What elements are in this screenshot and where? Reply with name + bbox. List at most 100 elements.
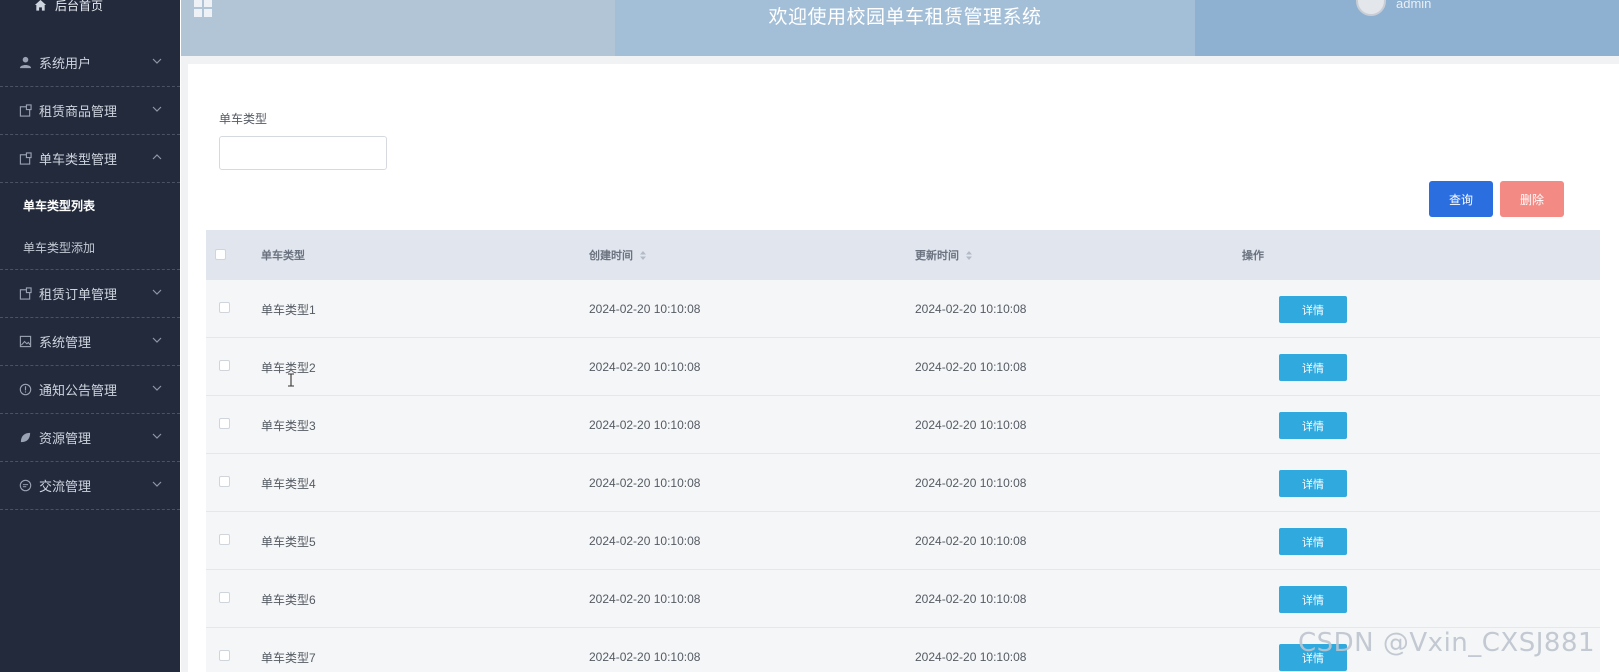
table-header: 单车类型 创建时间 更新时间 操作 (206, 230, 1600, 280)
main-content: 单车类型 查询 删除 单车类型 创建时间 更新时间 操作 单车类型1 2024-… (181, 56, 1619, 672)
sort-icon[interactable] (965, 250, 973, 261)
column-header-label: 更新时间 (915, 250, 959, 262)
sidebar-item-home[interactable]: 后台首页 (34, 0, 103, 16)
sidebar-item-label: 资源管理 (39, 431, 92, 446)
cell-type: 单车类型1 (261, 302, 316, 317)
data-table: 单车类型 创建时间 更新时间 操作 单车类型1 2024-02-20 10:10… (206, 230, 1600, 672)
cell-created: 2024-02-20 10:10:08 (589, 650, 701, 664)
text-cursor-icon (288, 373, 294, 387)
column-header-label: 创建时间 (589, 250, 633, 262)
table-row: 单车类型6 2024-02-20 10:10:08 2024-02-20 10:… (206, 570, 1600, 628)
chevron-down-icon (152, 385, 162, 391)
cell-updated: 2024-02-20 10:10:08 (915, 360, 1027, 374)
table-row: 单车类型4 2024-02-20 10:10:08 2024-02-20 10:… (206, 454, 1600, 512)
watermark: CSDN @Vxin_CXSJ881 (1298, 628, 1596, 658)
sidebar-item-label: 通知公告管理 (39, 383, 118, 398)
cell-updated: 2024-02-20 10:10:08 (915, 650, 1027, 664)
table-row: 单车类型5 2024-02-20 10:10:08 2024-02-20 10:… (206, 512, 1600, 570)
cell-created: 2024-02-20 10:10:08 (589, 476, 701, 490)
cell-type: 单车类型3 (261, 418, 316, 433)
sidebar-item-label: 单车类型管理 (39, 152, 118, 167)
cell-created: 2024-02-20 10:10:08 (589, 418, 701, 432)
info-icon (18, 382, 33, 397)
home-icon (34, 0, 47, 11)
row-checkbox[interactable] (219, 418, 230, 429)
sidebar: 后台首页 系统用户 租赁商品管理 单车类型管理 单车类型列表 单车类型添加 租赁… (0, 0, 180, 672)
cell-type: 单车类型7 (261, 650, 316, 665)
detail-button[interactable]: 详情 (1279, 470, 1347, 497)
row-checkbox[interactable] (219, 360, 230, 371)
cell-created: 2024-02-20 10:10:08 (589, 360, 701, 374)
sort-icon[interactable] (639, 250, 647, 261)
detail-button[interactable]: 详情 (1279, 528, 1347, 555)
leaf-icon (18, 430, 33, 445)
username[interactable]: admin (1396, 0, 1431, 11)
cell-updated: 2024-02-20 10:10:08 (915, 476, 1027, 490)
cell-created: 2024-02-20 10:10:08 (589, 534, 701, 548)
sidebar-item-label: 交流管理 (39, 479, 92, 494)
sidebar-item-communication-management[interactable]: 交流管理 (0, 462, 180, 510)
detail-button[interactable]: 详情 (1279, 586, 1347, 613)
sidebar-item-bike-type[interactable]: 单车类型管理 (0, 135, 180, 183)
content-panel: 单车类型 查询 删除 单车类型 创建时间 更新时间 操作 单车类型1 2024-… (188, 64, 1619, 672)
cell-updated: 2024-02-20 10:10:08 (915, 302, 1027, 316)
column-header-updated[interactable]: 更新时间 (915, 230, 973, 280)
sidebar-subitem-label: 单车类型添加 (23, 240, 96, 255)
cell-type: 单车类型6 (261, 592, 316, 607)
top-header: 欢迎使用校园单车租赁管理系统 admin (181, 0, 1619, 56)
sidebar-item-resource-management[interactable]: 资源管理 (0, 414, 180, 462)
delete-button[interactable]: 删除 (1500, 181, 1564, 217)
chevron-down-icon (152, 289, 162, 295)
tag-icon (18, 286, 33, 301)
tag-icon (18, 151, 33, 166)
row-checkbox[interactable] (219, 534, 230, 545)
submenu-bike-type: 单车类型列表 单车类型添加 (0, 184, 180, 270)
image-icon (18, 334, 33, 349)
chevron-down-icon (152, 481, 162, 487)
chevron-up-icon (152, 154, 162, 160)
chevron-down-icon (152, 337, 162, 343)
cell-type: 单车类型2 (261, 360, 316, 375)
sidebar-item-label: 租赁商品管理 (39, 104, 118, 119)
chevron-down-icon (152, 433, 162, 439)
sidebar-item-notice-management[interactable]: 通知公告管理 (0, 366, 180, 414)
sidebar-item-system-management[interactable]: 系统管理 (0, 318, 180, 366)
search-label: 单车类型 (219, 112, 268, 126)
cell-created: 2024-02-20 10:10:08 (589, 592, 701, 606)
sidebar-item-rental-orders[interactable]: 租赁订单管理 (0, 270, 180, 318)
column-header-action: 操作 (1242, 250, 1264, 262)
chevron-down-icon (152, 106, 162, 112)
grid-menu-icon[interactable] (193, 0, 213, 18)
cell-updated: 2024-02-20 10:10:08 (915, 418, 1027, 432)
sidebar-subitem-bike-type-list[interactable]: 单车类型列表 (0, 184, 180, 226)
search-input[interactable] (219, 136, 387, 170)
row-checkbox[interactable] (219, 302, 230, 313)
detail-button[interactable]: 详情 (1279, 354, 1347, 381)
select-all-checkbox[interactable] (215, 249, 226, 260)
user-icon (18, 55, 33, 70)
sidebar-subitem-bike-type-add[interactable]: 单车类型添加 (0, 226, 180, 268)
cell-type: 单车类型4 (261, 476, 316, 491)
page-title: 欢迎使用校园单车租赁管理系统 (768, 7, 1042, 28)
sidebar-home-label: 后台首页 (55, 0, 104, 13)
column-header-created[interactable]: 创建时间 (589, 230, 647, 280)
query-button[interactable]: 查询 (1429, 181, 1493, 217)
chevron-down-icon (152, 58, 162, 64)
sidebar-item-rental-goods[interactable]: 租赁商品管理 (0, 87, 180, 135)
table-row: 单车类型1 2024-02-20 10:10:08 2024-02-20 10:… (206, 280, 1600, 338)
detail-button[interactable]: 详情 (1279, 296, 1347, 323)
row-checkbox[interactable] (219, 650, 230, 661)
cell-type: 单车类型5 (261, 534, 316, 549)
sidebar-item-label: 系统管理 (39, 335, 92, 350)
tag-icon (18, 103, 33, 118)
sidebar-item-label: 系统用户 (39, 56, 92, 71)
row-checkbox[interactable] (219, 592, 230, 603)
detail-button[interactable]: 详情 (1279, 412, 1347, 439)
sidebar-item-system-users[interactable]: 系统用户 (0, 39, 180, 87)
row-checkbox[interactable] (219, 476, 230, 487)
sidebar-item-label: 租赁订单管理 (39, 287, 118, 302)
column-header-type: 单车类型 (261, 250, 305, 262)
cell-updated: 2024-02-20 10:10:08 (915, 534, 1027, 548)
cell-created: 2024-02-20 10:10:08 (589, 302, 701, 316)
table-row: 单车类型2 2024-02-20 10:10:08 2024-02-20 10:… (206, 338, 1600, 396)
